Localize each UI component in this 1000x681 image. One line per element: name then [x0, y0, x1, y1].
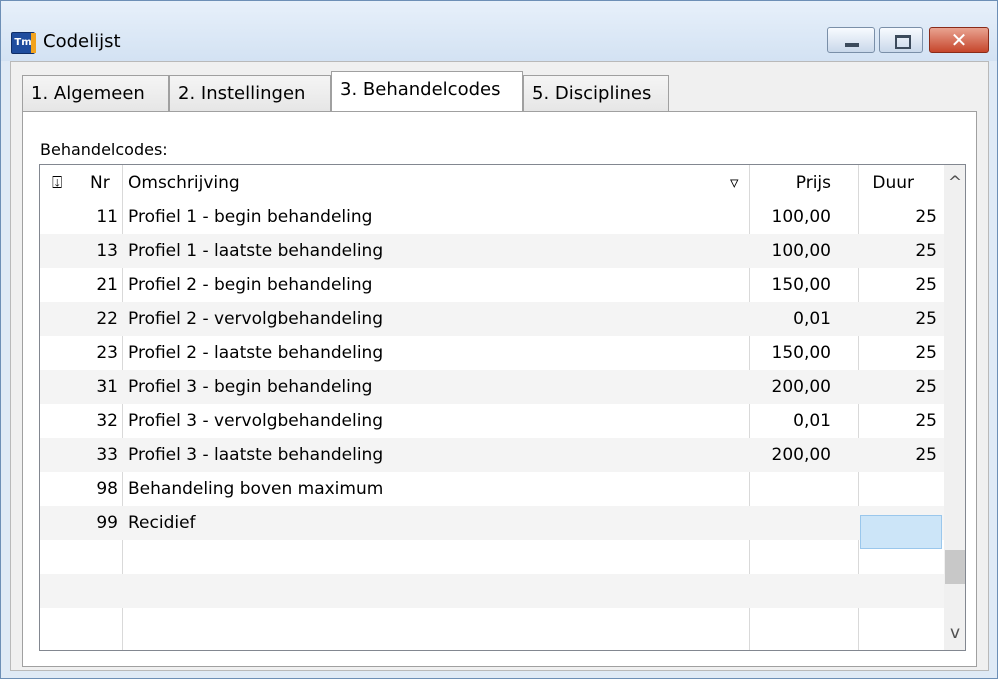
sort-indicator-icon: ▿ [730, 173, 739, 193]
cell-duur: 25 [915, 207, 937, 227]
filter-icon[interactable]: ⍗ [52, 173, 62, 193]
cell-nr: 98 [96, 479, 118, 499]
app-icon[interactable]: Tm [11, 32, 36, 54]
cell-duur: 25 [915, 309, 937, 329]
behandelcodes-label: Behandelcodes: [40, 140, 168, 159]
table-row-empty[interactable] [40, 608, 944, 642]
maximize-button[interactable] [879, 27, 923, 53]
cell-duur: 25 [915, 445, 937, 465]
table-row[interactable]: 23 Profiel 2 - laatste behandeling 150,0… [40, 336, 944, 370]
cell-omschrijving: Profiel 2 - laatste behandeling [128, 343, 384, 363]
codelijst-window: Tm Codelijst ✕ 1. Algemeen 2. Instelling… [0, 0, 998, 679]
cell-duur: 25 [915, 241, 937, 261]
table-row[interactable]: 31 Profiel 3 - begin behandeling 200,00 … [40, 370, 944, 404]
cell-duur: 25 [915, 343, 937, 363]
cell-nr: 33 [96, 445, 118, 465]
cell-prijs: 0,01 [793, 309, 831, 329]
cell-nr: 31 [96, 377, 118, 397]
tab-algemeen[interactable]: 1. Algemeen [22, 75, 169, 111]
cell-prijs: 200,00 [771, 377, 831, 397]
cell-omschrijving: Profiel 2 - vervolgbehandeling [128, 309, 383, 329]
table-row[interactable]: 33 Profiel 3 - laatste behandeling 200,0… [40, 438, 944, 472]
tab-disciplines[interactable]: 5. Disciplines [523, 75, 669, 111]
cell-omschrijving: Behandeling boven maximum [128, 479, 384, 499]
table-row[interactable]: 99 Recidief [40, 506, 944, 540]
cell-prijs: 150,00 [771, 343, 831, 363]
column-header-nr[interactable]: Nr [90, 173, 110, 193]
cell-omschrijving: Profiel 1 - begin behandeling [128, 207, 373, 227]
cell-duur: 25 [915, 411, 937, 431]
table-row-empty[interactable] [40, 574, 944, 608]
tab-behandelcodes[interactable]: 3. Behandelcodes [331, 71, 523, 111]
scroll-down-icon[interactable]: v [944, 623, 965, 643]
close-button[interactable]: ✕ [929, 27, 989, 53]
column-header-prijs[interactable]: Prijs [796, 173, 831, 193]
table-row[interactable]: 13 Profiel 1 - laatste behandeling 100,0… [40, 234, 944, 268]
cell-nr: 23 [96, 343, 118, 363]
cell-omschrijving: Profiel 2 - begin behandeling [128, 275, 373, 295]
cell-duur: 25 [915, 275, 937, 295]
cell-duur: 25 [915, 377, 937, 397]
scrollbar-thumb[interactable] [945, 550, 965, 584]
cell-prijs: 150,00 [771, 275, 831, 295]
cell-prijs: 0,01 [793, 411, 831, 431]
column-header-duur[interactable]: Duur [872, 173, 914, 193]
window-title: Codelijst [43, 31, 121, 52]
cell-nr: 99 [96, 513, 118, 533]
grid-header: ⍗ Nr Omschrijving ▿ Prijs Duur [40, 165, 944, 201]
tab-instellingen[interactable]: 2. Instellingen [169, 75, 331, 111]
table-row[interactable]: 22 Profiel 2 - vervolgbehandeling 0,01 2… [40, 302, 944, 336]
table-row[interactable]: 21 Profiel 2 - begin behandeling 150,00 … [40, 268, 944, 302]
table-row[interactable]: 11 Profiel 1 - begin behandeling 100,00 … [40, 200, 944, 234]
behandelcodes-grid[interactable]: ⍗ Nr Omschrijving ▿ Prijs Duur 11 Profie… [39, 164, 966, 651]
cell-prijs: 200,00 [771, 445, 831, 465]
cell-omschrijving: Recidief [128, 513, 196, 533]
cell-nr: 13 [96, 241, 118, 261]
cell-omschrijving: Profiel 3 - laatste behandeling [128, 445, 384, 465]
cell-omschrijving: Profiel 1 - laatste behandeling [128, 241, 384, 261]
column-header-omschrijving[interactable]: Omschrijving [128, 173, 240, 193]
cell-omschrijving: Profiel 3 - vervolgbehandeling [128, 411, 383, 431]
minimize-button[interactable] [827, 27, 875, 53]
cell-prijs: 100,00 [771, 207, 831, 227]
table-row-empty[interactable] [40, 540, 944, 574]
table-row[interactable]: 98 Behandeling boven maximum [40, 472, 944, 506]
cell-prijs: 100,00 [771, 241, 831, 261]
cell-nr: 21 [96, 275, 118, 295]
table-row[interactable]: 32 Profiel 3 - vervolgbehandeling 0,01 2… [40, 404, 944, 438]
cell-nr: 22 [96, 309, 118, 329]
cell-omschrijving: Profiel 3 - begin behandeling [128, 377, 373, 397]
title-bar[interactable]: Tm Codelijst ✕ [1, 1, 997, 61]
scroll-up-icon[interactable]: ^ [944, 173, 965, 193]
cell-nr: 11 [96, 207, 118, 227]
cell-nr: 32 [96, 411, 118, 431]
